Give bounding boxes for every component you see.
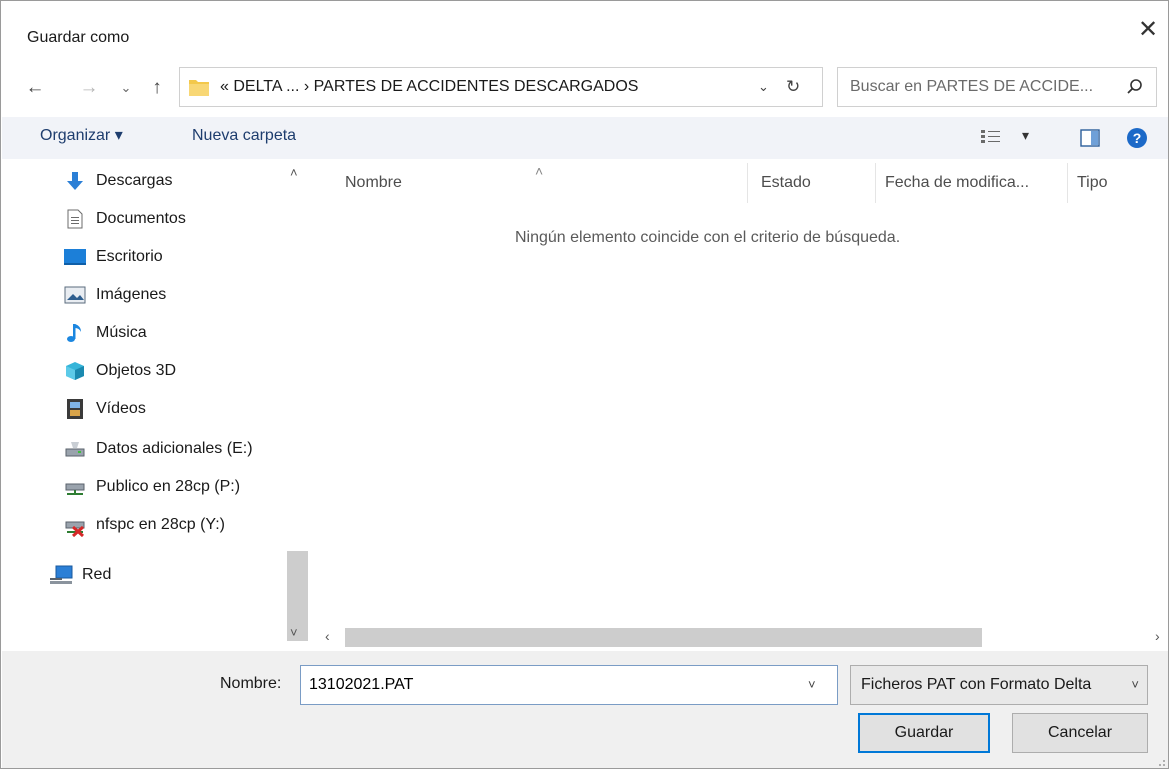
column-header-tipo[interactable]: Tipo bbox=[1077, 173, 1108, 193]
column-divider[interactable] bbox=[1067, 163, 1068, 203]
file-type-select[interactable]: Ficheros PAT con Formato Delta ˅ bbox=[850, 665, 1148, 705]
sidebar-item-nfspc[interactable]: nfspc en 28cp (Y:) bbox=[2, 507, 286, 543]
help-icon[interactable]: ? bbox=[1126, 127, 1148, 149]
sidebar-item-label: Documentos bbox=[96, 210, 186, 227]
drive-icon bbox=[65, 442, 85, 457]
scrollbar-thumb[interactable] bbox=[345, 628, 982, 647]
up-button[interactable]: ↑ bbox=[145, 73, 169, 103]
save-options-panel: Nombre: ˅ Ficheros PAT con Formato Delta… bbox=[2, 651, 1168, 768]
back-button[interactable]: ← bbox=[23, 73, 47, 103]
search-icon[interactable] bbox=[1126, 78, 1144, 96]
folder-icon bbox=[189, 80, 209, 96]
desktop-icon bbox=[64, 249, 86, 265]
sidebar-item-label: nfspc en 28cp (Y:) bbox=[96, 516, 225, 533]
sidebar-item-label: Imágenes bbox=[96, 286, 167, 303]
music-note-icon bbox=[67, 324, 81, 342]
up-arrow-icon: ↑ bbox=[152, 77, 162, 98]
horizontal-scrollbar[interactable]: ‹ › bbox=[321, 626, 1168, 649]
cancel-button[interactable]: Cancelar bbox=[1012, 713, 1148, 753]
new-folder-button[interactable]: Nueva carpeta bbox=[192, 117, 296, 155]
preview-pane-icon[interactable] bbox=[1080, 129, 1100, 147]
network-icon bbox=[50, 565, 73, 584]
view-options-button[interactable]: ▾ bbox=[980, 127, 1040, 149]
save-as-dialog: Guardar como ✕ ← → ⌄ ↑ « DELTA ... › PAR… bbox=[0, 0, 1169, 769]
sidebar-item-descargas[interactable]: Descargas bbox=[2, 163, 286, 199]
sidebar-item-videos[interactable]: Vídeos bbox=[2, 391, 286, 427]
scroll-right-icon[interactable]: › bbox=[1155, 628, 1160, 644]
resize-grip-icon[interactable] bbox=[1154, 755, 1166, 767]
sidebar-item-label: Red bbox=[82, 566, 112, 583]
sidebar-item-documentos[interactable]: Documentos bbox=[2, 201, 286, 237]
file-type-value: Ficheros PAT con Formato Delta bbox=[861, 676, 1092, 693]
close-icon: ✕ bbox=[1137, 16, 1159, 43]
address-dropdown-icon[interactable]: ⌄ bbox=[758, 68, 769, 106]
sort-ascending-icon: ˄ bbox=[535, 163, 544, 179]
chevron-down-icon: ˅ bbox=[1131, 677, 1139, 692]
organize-button[interactable]: Organizar ▾ bbox=[40, 117, 123, 155]
filename-input[interactable] bbox=[300, 665, 838, 705]
network-drive-icon bbox=[65, 483, 85, 495]
document-icon bbox=[67, 209, 83, 229]
filename-dropdown-icon[interactable]: ˅ bbox=[808, 677, 816, 692]
close-button[interactable]: ✕ bbox=[1135, 17, 1161, 43]
sidebar-item-label: Vídeos bbox=[96, 400, 146, 417]
chevron-down-icon: ⌄ bbox=[120, 80, 132, 95]
refresh-icon[interactable]: ↻ bbox=[786, 68, 800, 106]
address-bar[interactable]: « DELTA ... › PARTES DE ACCIDENTES DESCA… bbox=[179, 67, 823, 107]
save-button[interactable]: Guardar bbox=[858, 713, 990, 753]
sidebar-item-label: Objetos 3D bbox=[96, 362, 177, 379]
forward-button[interactable]: → bbox=[77, 73, 101, 103]
scroll-left-icon[interactable]: ‹ bbox=[325, 628, 330, 644]
empty-message: Ningún elemento coincide con el criterio… bbox=[515, 229, 901, 246]
scroll-up-icon[interactable]: ˄ bbox=[290, 165, 298, 180]
sidebar-item-objetos-3d[interactable]: Objetos 3D bbox=[2, 353, 286, 389]
forward-arrow-icon: → bbox=[79, 77, 99, 98]
download-arrow-icon bbox=[67, 172, 83, 190]
sidebar-item-escritorio[interactable]: Escritorio bbox=[2, 239, 286, 275]
column-divider[interactable] bbox=[747, 163, 748, 203]
disconnected-network-drive-icon bbox=[65, 521, 85, 537]
navigation-scrollbar[interactable]: ˄ bbox=[286, 161, 309, 649]
search-box[interactable]: Buscar en PARTES DE ACCIDE... bbox=[837, 67, 1157, 107]
column-header-fecha[interactable]: Fecha de modifica... bbox=[885, 173, 1029, 193]
filename-label: Nombre: bbox=[220, 675, 282, 692]
details-view-icon bbox=[981, 130, 1000, 143]
sidebar-item-imagenes[interactable]: Imágenes bbox=[2, 277, 286, 313]
sidebar-item-musica[interactable]: Música bbox=[2, 315, 286, 351]
sidebar-item-label: Escritorio bbox=[96, 248, 163, 265]
dialog-title: Guardar como bbox=[27, 29, 130, 46]
navigation-pane: Descargas Documentos Escritorio Imágenes bbox=[2, 161, 310, 649]
sidebar-item-datos-adicionales[interactable]: Datos adicionales (E:) bbox=[2, 431, 286, 467]
column-header-nombre[interactable]: Nombre bbox=[345, 173, 402, 193]
sidebar-item-red[interactable]: Red bbox=[2, 557, 286, 593]
sidebar-item-publico[interactable]: Publico en 28cp (P:) bbox=[2, 469, 286, 505]
command-bar: Organizar ▾ Nueva carpeta ▾ ? bbox=[2, 117, 1168, 159]
film-icon bbox=[67, 399, 83, 419]
view-dropdown-icon: ▾ bbox=[1022, 127, 1030, 143]
back-arrow-icon: ← bbox=[25, 77, 45, 98]
column-divider[interactable] bbox=[875, 163, 876, 203]
pictures-icon bbox=[64, 286, 86, 304]
sidebar-item-label: Música bbox=[96, 324, 147, 341]
sidebar-item-label: Datos adicionales (E:) bbox=[96, 440, 253, 457]
column-header-estado[interactable]: Estado bbox=[761, 173, 811, 193]
scroll-down-icon[interactable]: ˅ bbox=[290, 625, 298, 640]
search-input[interactable]: Buscar en PARTES DE ACCIDE... bbox=[850, 68, 1093, 106]
cube-3d-icon bbox=[66, 362, 84, 380]
recent-locations-button[interactable]: ⌄ bbox=[117, 73, 135, 103]
svg-text:?: ? bbox=[1133, 130, 1142, 146]
breadcrumb[interactable]: « DELTA ... › PARTES DE ACCIDENTES DESCA… bbox=[220, 68, 638, 106]
sidebar-item-label: Descargas bbox=[96, 172, 173, 189]
sidebar-item-label: Publico en 28cp (P:) bbox=[96, 478, 241, 495]
